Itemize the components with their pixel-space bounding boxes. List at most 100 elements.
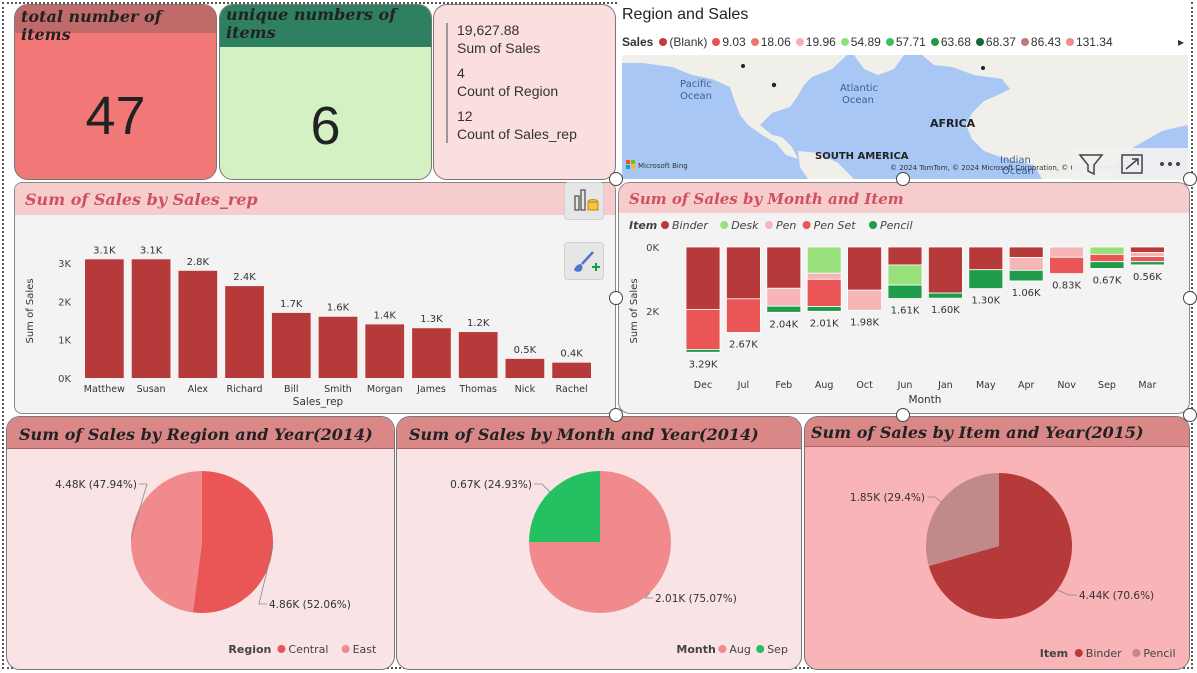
resize-handle[interactable]: [609, 172, 623, 186]
stacked-segment[interactable]: [847, 246, 883, 291]
stacked-segment[interactable]: [927, 246, 963, 294]
kpi-card-total-items[interactable]: total number of items 47: [14, 4, 217, 180]
legend-item[interactable]: East: [341, 643, 377, 656]
total-label: 0.83K: [1052, 281, 1081, 292]
legend-item[interactable]: Pen: [765, 219, 796, 232]
bar[interactable]: [225, 286, 264, 378]
legend-item[interactable]: 9.03: [712, 35, 746, 49]
legend-item[interactable]: Aug: [718, 643, 751, 656]
bar[interactable]: [365, 324, 405, 378]
legend-next-arrow[interactable]: ▸: [1178, 35, 1184, 49]
kpi-title: total number of items: [21, 7, 162, 44]
resize-handle[interactable]: [1183, 408, 1197, 422]
focus-mode-icon[interactable]: [1121, 154, 1143, 174]
resize-handle[interactable]: [1183, 291, 1197, 305]
stacked-segment[interactable]: [1008, 257, 1044, 271]
stacked-segment[interactable]: [806, 272, 842, 280]
stacked-segment[interactable]: [1129, 261, 1165, 266]
resize-handle[interactable]: [1183, 172, 1197, 186]
bar-chart-sales-rep[interactable]: Sum of Sales by Sales_rep 0K 1K 2K 3K 3.1K Ma…: [14, 182, 616, 414]
legend-item[interactable]: 86.43: [1020, 35, 1061, 49]
stacked-segment[interactable]: [887, 284, 923, 299]
more-options-icon[interactable]: [1160, 162, 1180, 166]
legend-item[interactable]: Binder: [1074, 647, 1122, 660]
stacked-segment[interactable]: [806, 246, 842, 274]
resize-handle[interactable]: [896, 172, 910, 186]
stacked-segment[interactable]: [685, 309, 721, 350]
bar[interactable]: [412, 328, 451, 378]
pie-slice[interactable]: [529, 471, 600, 542]
analytics-button[interactable]: [564, 182, 604, 220]
legend-label: Aug: [729, 643, 750, 656]
stacked-segment[interactable]: [726, 298, 761, 333]
stacked-segment[interactable]: [1089, 261, 1125, 269]
legend-item[interactable]: 68.37: [975, 35, 1016, 49]
bar[interactable]: [131, 259, 171, 378]
leader-line: [1057, 589, 1077, 596]
stacked-segment[interactable]: [766, 305, 802, 313]
pie-slice[interactable]: [131, 471, 202, 613]
bar[interactable]: [458, 332, 498, 378]
kpi-card-unique-items[interactable]: unique numbers of items 6: [219, 4, 432, 180]
format-visual-button[interactable]: [564, 242, 604, 280]
stacked-segment[interactable]: [685, 348, 721, 353]
legend-item[interactable]: Binder: [661, 219, 709, 232]
resize-handle[interactable]: [609, 291, 623, 305]
stacked-segment[interactable]: [1129, 252, 1165, 257]
stacked-segment[interactable]: [1008, 246, 1044, 258]
stacked-segment[interactable]: [806, 278, 842, 307]
stacked-segment[interactable]: [1089, 246, 1125, 255]
bar[interactable]: [505, 358, 545, 378]
stacked-segment[interactable]: [806, 306, 842, 312]
legend-item[interactable]: 57.71: [885, 35, 926, 49]
stacked-segment[interactable]: [1129, 256, 1165, 263]
legend-item[interactable]: 19.96: [795, 35, 836, 49]
legend-item[interactable]: 18.06: [750, 35, 791, 49]
stacked-segment[interactable]: [887, 264, 923, 286]
legend-item[interactable]: Pencil: [1132, 647, 1176, 660]
stacked-segment[interactable]: [887, 246, 923, 266]
map-point[interactable]: [771, 82, 777, 88]
stacked-segment[interactable]: [1049, 246, 1085, 258]
multi-row-card[interactable]: 19,627.88 Sum of Sales 4 Count of Region…: [433, 4, 616, 180]
legend-item[interactable]: 54.89: [840, 35, 881, 49]
stacked-segment[interactable]: [685, 246, 721, 310]
bar[interactable]: [271, 312, 311, 378]
legend-item[interactable]: Pen Set: [802, 219, 857, 232]
legend-item[interactable]: 131.34: [1065, 35, 1113, 49]
map-visual[interactable]: Region and Sales Sales (Blank) 9.03 18.06 19…: [618, 2, 1190, 180]
legend-item[interactable]: Desk: [720, 219, 759, 232]
stacked-segment[interactable]: [1129, 246, 1165, 253]
stacked-segment[interactable]: [1089, 253, 1125, 263]
legend-item[interactable]: Pencil: [869, 219, 913, 232]
stacked-segment[interactable]: [968, 269, 1004, 290]
stacked-segment[interactable]: [1049, 256, 1085, 274]
stacked-segment[interactable]: [726, 246, 761, 300]
bar[interactable]: [552, 362, 591, 378]
resize-handle[interactable]: [609, 408, 623, 422]
stacked-segment[interactable]: [1008, 269, 1044, 282]
pie-chart-item[interactable]: Sum of Sales by Item and Year(2015) 4.44…: [804, 416, 1190, 670]
x-tick-label: Smith: [324, 384, 352, 395]
map-toolbar: [1072, 148, 1190, 180]
stacked-segment[interactable]: [847, 289, 883, 311]
map-point[interactable]: [741, 64, 745, 68]
resize-handle[interactable]: [896, 408, 910, 422]
map-point[interactable]: [981, 66, 985, 70]
stacked-segment[interactable]: [927, 292, 963, 299]
pie-chart-region[interactable]: Sum of Sales by Region and Year(2014) 4.…: [6, 416, 395, 670]
filter-icon[interactable]: [1078, 154, 1104, 176]
bar[interactable]: [178, 270, 218, 378]
legend-item[interactable]: (Blank): [659, 35, 707, 49]
bar[interactable]: [318, 316, 358, 378]
pie-chart-month[interactable]: Sum of Sales by Month and Year(2014) 2.0…: [396, 416, 802, 670]
legend-item[interactable]: 63.68: [930, 35, 971, 49]
pie-slice[interactable]: [192, 471, 273, 613]
stacked-segment[interactable]: [766, 246, 802, 289]
stacked-segment[interactable]: [766, 287, 802, 307]
stacked-chart-month-item[interactable]: Sum of Sales by Month and Item Item Binde…: [618, 182, 1190, 414]
legend-item[interactable]: Sep: [756, 643, 788, 656]
stacked-segment[interactable]: [968, 246, 1004, 271]
legend-item[interactable]: Central: [277, 643, 328, 656]
bar[interactable]: [85, 259, 124, 378]
